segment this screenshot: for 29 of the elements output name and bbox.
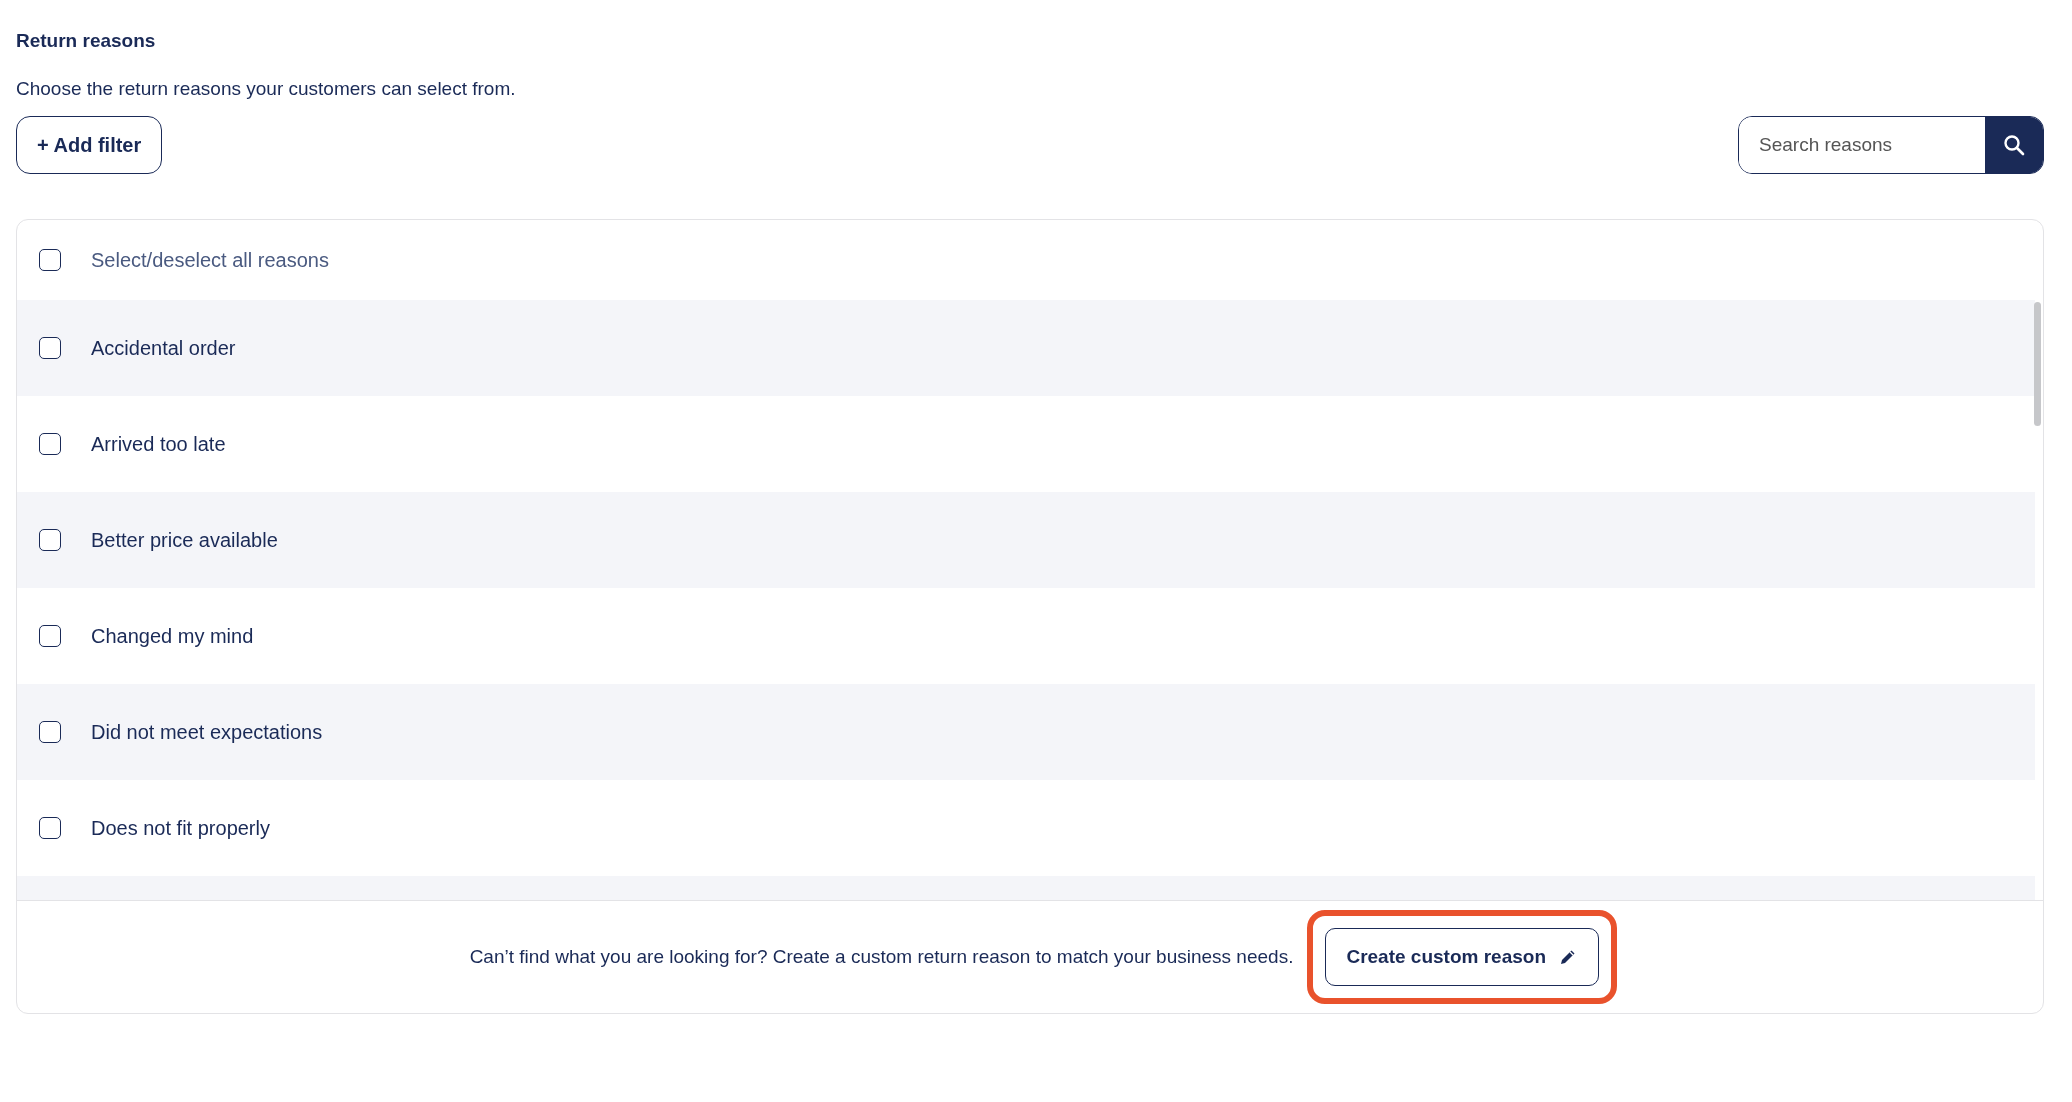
reason-checkbox[interactable]	[39, 529, 61, 551]
reason-label: Did not meet expectations	[91, 720, 323, 744]
reason-checkbox[interactable]	[39, 817, 61, 839]
search-field[interactable]: Search reasons	[1738, 116, 2044, 174]
reason-label: Arrived too late	[91, 432, 226, 456]
reason-row[interactable]: Accidental order	[17, 300, 2035, 396]
reason-label: Changed my mind	[91, 624, 254, 648]
reason-row[interactable]: Arrived too late	[17, 396, 2035, 492]
select-all-label: Select/deselect all reasons	[91, 248, 329, 272]
reason-label: Does not fit properly	[91, 816, 270, 840]
reason-row[interactable]: Better price available	[17, 492, 2035, 588]
search-button[interactable]	[1985, 117, 2043, 173]
search-icon	[2003, 134, 2025, 156]
reason-label: Better price available	[91, 528, 278, 552]
reason-checkbox[interactable]	[39, 721, 61, 743]
reason-label: Accidental order	[91, 336, 236, 360]
select-all-checkbox[interactable]	[39, 249, 61, 271]
footer-hint: Can’t find what you are looking for? Create a custom return reason to match your business needs.	[469, 946, 1294, 968]
reason-checkbox[interactable]	[39, 337, 61, 359]
section-description: Choose the return reasons your customers can select from.	[16, 78, 517, 100]
section-title: Return reasons	[16, 30, 157, 52]
reason-row[interactable]: Does not fit properly	[17, 780, 2035, 876]
reason-checkbox[interactable]	[39, 625, 61, 647]
add-filter-button[interactable]: + Add filter	[16, 116, 163, 174]
reason-row[interactable]: Changed my mind	[17, 588, 2035, 684]
create-custom-reason-button[interactable]: Create custom reason	[1325, 928, 1599, 986]
reason-row[interactable]: Did not meet expectations	[17, 684, 2035, 780]
reason-checkbox[interactable]	[39, 433, 61, 455]
scrollbar-thumb[interactable]	[2034, 302, 2041, 426]
